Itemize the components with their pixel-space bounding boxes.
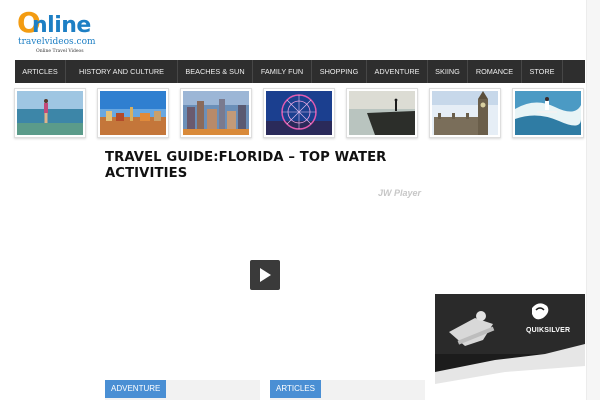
nav-item-family-fun[interactable]: FAMILY FUN	[253, 60, 312, 83]
nav-item-romance[interactable]: ROMANCE	[468, 60, 522, 83]
ad-brand-name: QUIKSILVER	[526, 327, 571, 334]
video-thumbnail-strip	[14, 88, 586, 138]
play-button[interactable]	[250, 260, 280, 290]
nav-item-shopping[interactable]: SHOPPING	[312, 60, 367, 83]
player-watermark: JW Player	[378, 188, 422, 198]
main-nav: ARTICLES HISTORY AND CULTURE BEACHES & S…	[15, 60, 585, 83]
logo-word: nline	[32, 13, 91, 38]
category-tag-articles[interactable]: ARTICLES	[270, 380, 321, 398]
snowboarder-ad-image	[435, 294, 585, 400]
thumbnail-city-coast[interactable]	[97, 88, 169, 138]
thumbnail-city-skyline[interactable]	[180, 88, 252, 138]
category-box-adventure: ADVENTURE	[105, 380, 260, 400]
thumbnail-ferris-wheel[interactable]	[263, 88, 335, 138]
thumbnail-beach[interactable]	[14, 88, 86, 138]
quiksilver-ad[interactable]: QUIKSILVER	[435, 294, 585, 400]
logo-site-name: travelvideos.com	[18, 37, 96, 47]
category-tag-adventure[interactable]: ADVENTURE	[105, 380, 167, 398]
thumbnail-surfer[interactable]	[512, 88, 584, 138]
category-box-articles: ARTICLES	[270, 380, 425, 400]
city-coast-image	[100, 91, 166, 135]
surfer-image	[515, 91, 581, 135]
site-logo[interactable]: O nline travelvideos.com Online Travel V…	[16, 6, 118, 56]
ferris-wheel-image	[266, 91, 332, 135]
nav-item-store[interactable]: STORE	[522, 60, 563, 83]
nav-item-articles[interactable]: ARTICLES	[15, 60, 66, 83]
article-title: TRAVEL GUIDE:FLORIDA – TOP WATER ACTIVIT…	[105, 150, 387, 181]
beach-image	[17, 91, 83, 135]
play-icon	[260, 268, 271, 282]
page-scroll-edge	[586, 0, 600, 400]
nav-item-skiing[interactable]: SKIING	[428, 60, 468, 83]
city-skyline-image	[183, 91, 249, 135]
nav-item-beaches-sun[interactable]: BEACHES & SUN	[178, 60, 253, 83]
thumbnail-cliff-sunset[interactable]	[346, 88, 418, 138]
big-ben-image	[432, 91, 498, 135]
thumbnail-big-ben[interactable]	[429, 88, 501, 138]
cliff-sunset-image	[349, 91, 415, 135]
nav-item-history-and-culture[interactable]: HISTORY AND CULTURE	[66, 60, 178, 83]
logo-tagline: Online Travel Videos	[36, 49, 84, 54]
nav-item-adventure[interactable]: ADVENTURE	[367, 60, 428, 83]
